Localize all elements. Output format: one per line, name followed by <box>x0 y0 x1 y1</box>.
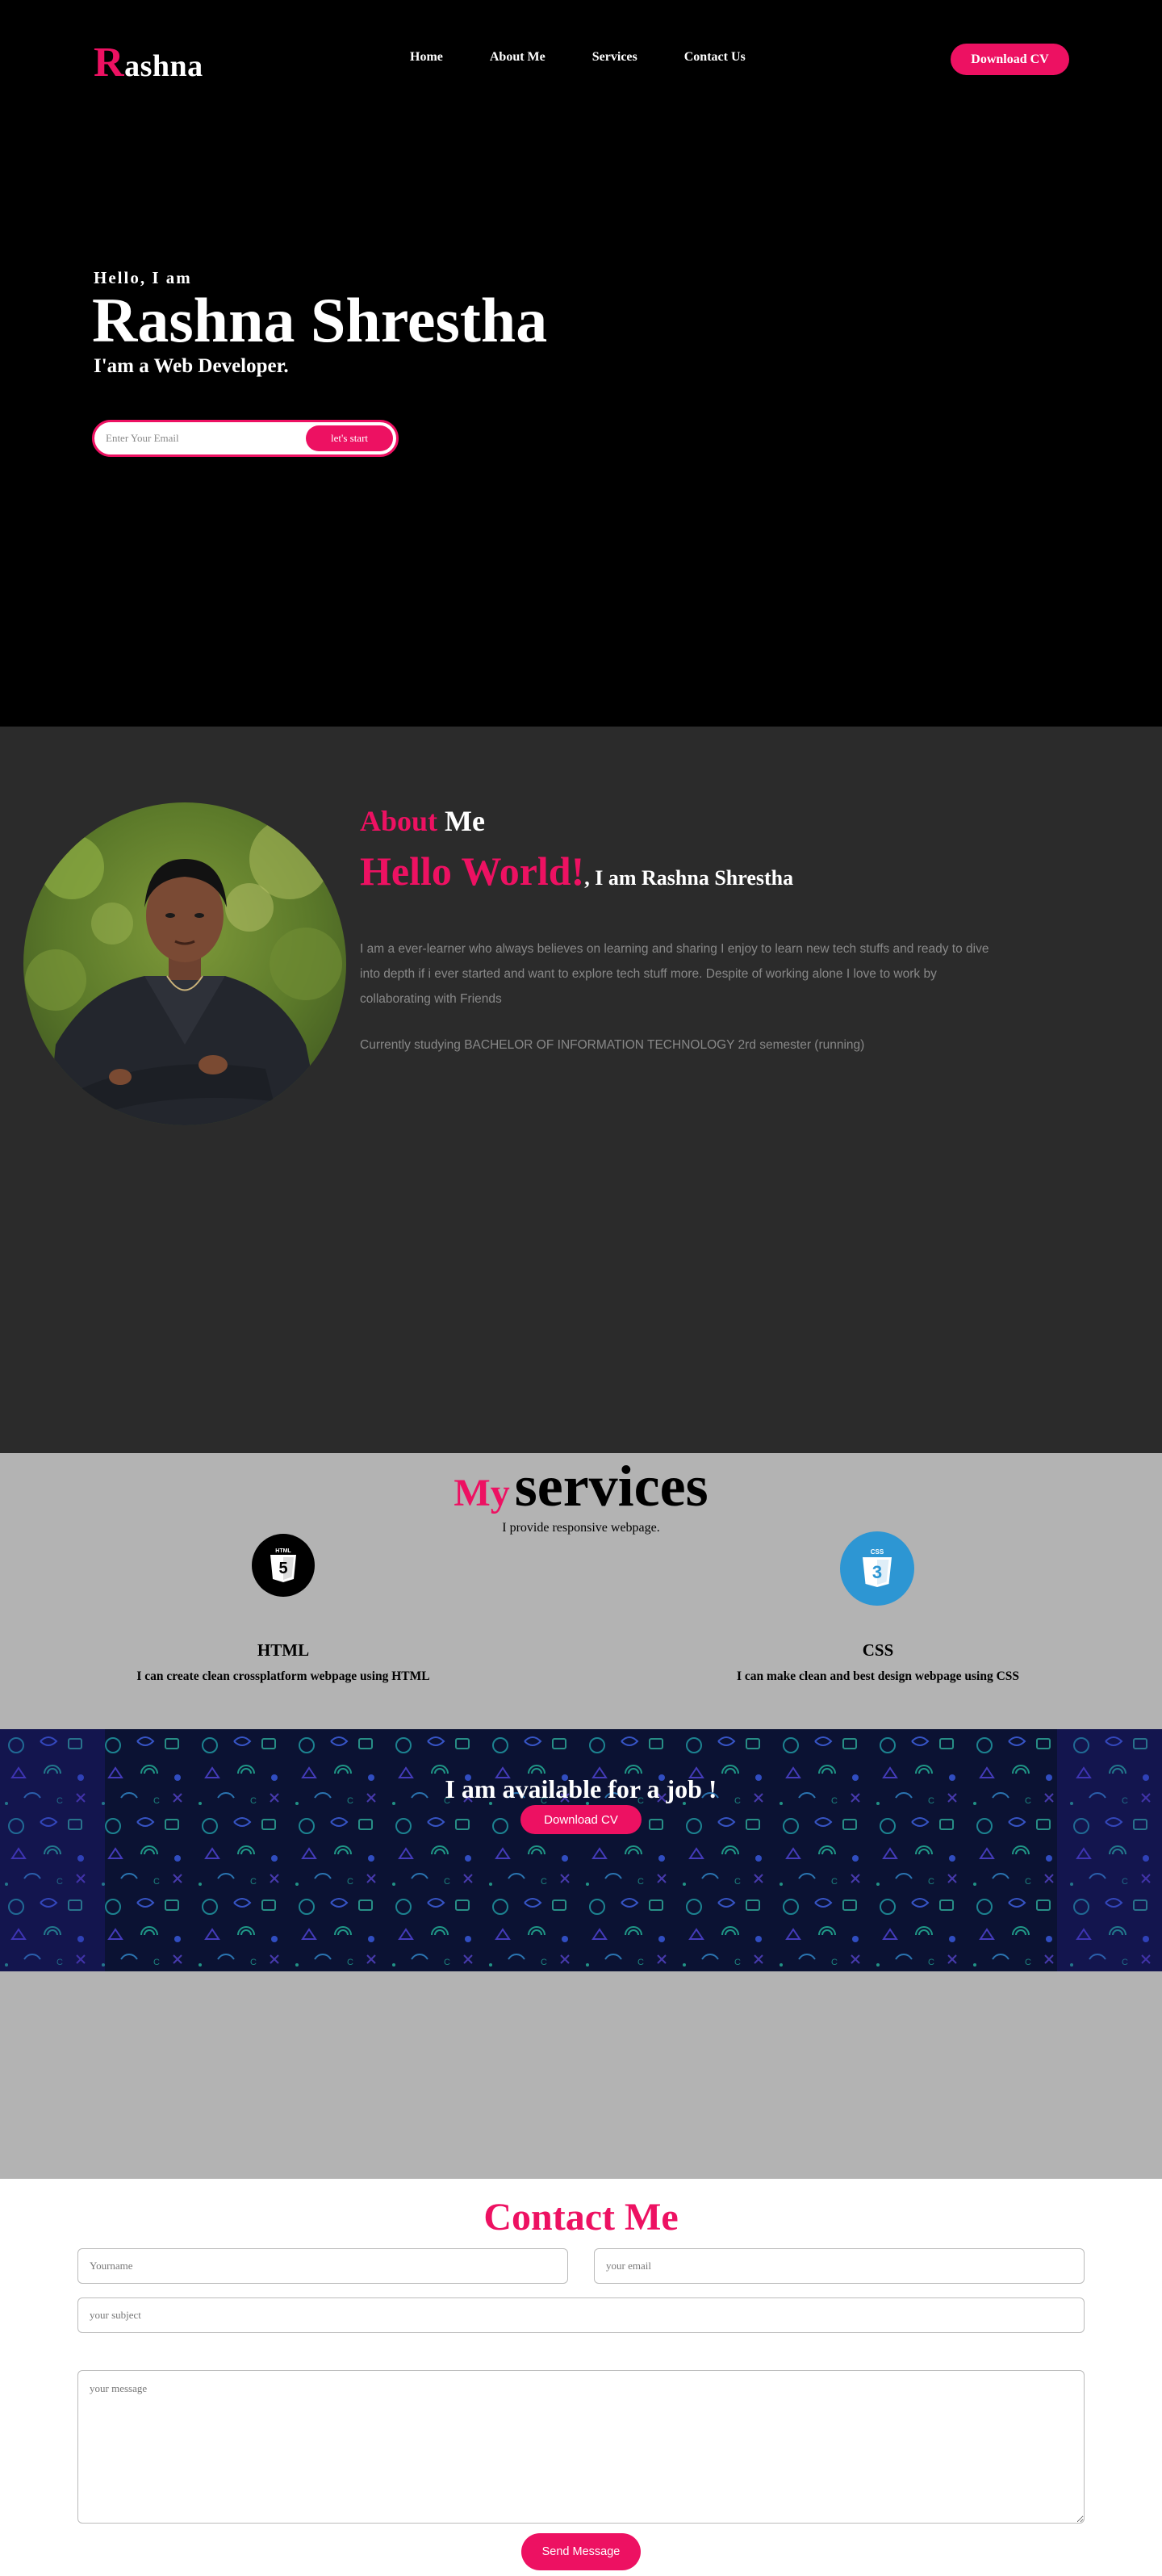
spacer-band <box>0 1971 1162 2179</box>
css3-icon: CSS 3 <box>840 1531 914 1606</box>
site-logo[interactable]: Rashna <box>94 39 203 86</box>
send-message-button[interactable]: Send Message <box>521 2533 641 2570</box>
about-title-accent: About <box>360 805 438 837</box>
about-title-rest: Me <box>437 805 485 837</box>
html5-badge-label: HTML <box>275 1548 291 1554</box>
about-hello-heading: Hello World!, I am Rashna Shrestha <box>360 848 793 894</box>
contact-title: Contact Me <box>483 2196 679 2239</box>
html5-icon: HTML 5 <box>252 1534 315 1597</box>
about-title: About Me <box>360 804 485 838</box>
hero-email-form: let's start <box>92 420 399 457</box>
service-css-description: I can make clean and best design webpage… <box>736 1669 1020 1683</box>
service-css-title: CSS <box>862 1640 894 1660</box>
profile-photo-illustration <box>23 802 346 1125</box>
about-section: About Me Hello World!, I am Rashna Shres… <box>0 727 1162 1453</box>
profile-photo <box>23 802 346 1125</box>
about-study: Currently studying BACHELOR OF INFORMATI… <box>360 1038 865 1052</box>
job-download-cv-button[interactable]: Download CV <box>520 1805 642 1834</box>
nav-contact-us[interactable]: Contact Us <box>684 50 746 65</box>
download-cv-button[interactable]: Download CV <box>951 44 1069 75</box>
svg-text:5: 5 <box>278 1560 287 1577</box>
hero-email-input[interactable] <box>106 432 299 445</box>
svg-text:3: 3 <box>872 1562 882 1582</box>
css3-badge-label: CSS <box>871 1548 884 1556</box>
about-paragraph: I am a ever-learner who always believes … <box>360 942 989 1006</box>
doodle-pattern-background: C <box>0 1729 1162 1971</box>
nav-about-me[interactable]: About Me <box>490 50 545 65</box>
services-section: My services I provide responsive webpage… <box>0 1453 1162 1729</box>
service-html-description: I can create clean crossplatform webpage… <box>136 1669 430 1683</box>
hero-role: I'am a Web Developer. <box>94 355 289 377</box>
nav-home[interactable]: Home <box>410 50 443 65</box>
services-subtitle: I provide responsive webpage. <box>502 1521 660 1535</box>
job-banner: C I am available for a job ! Download CV <box>0 1729 1162 1971</box>
hero-section: Rashna Home About Me Services Contact Us… <box>0 0 1162 727</box>
hero-name: Rashna Shrestha <box>92 285 548 355</box>
services-title-accent: My <box>454 1472 510 1514</box>
services-title: My services <box>0 1453 1162 1520</box>
job-title: I am available for a job ! <box>445 1774 717 1803</box>
logo-first-letter: R <box>94 40 125 86</box>
contact-message-textarea[interactable] <box>77 2370 1085 2524</box>
lets-start-button[interactable]: let's start <box>306 425 393 451</box>
contact-name-input[interactable] <box>77 2248 568 2284</box>
about-hello-world: Hello World! <box>360 848 585 894</box>
nav-services[interactable]: Services <box>592 50 637 65</box>
main-nav: Home About Me Services Contact Us <box>410 50 792 65</box>
contact-email-input[interactable] <box>594 2248 1085 2284</box>
about-intro: , I am Rashna Shrestha <box>584 866 794 890</box>
contact-subject-input[interactable] <box>77 2297 1085 2333</box>
service-html-title: HTML <box>257 1640 310 1660</box>
logo-rest: ashna <box>124 49 203 83</box>
services-title-rest: services <box>514 1454 708 1518</box>
